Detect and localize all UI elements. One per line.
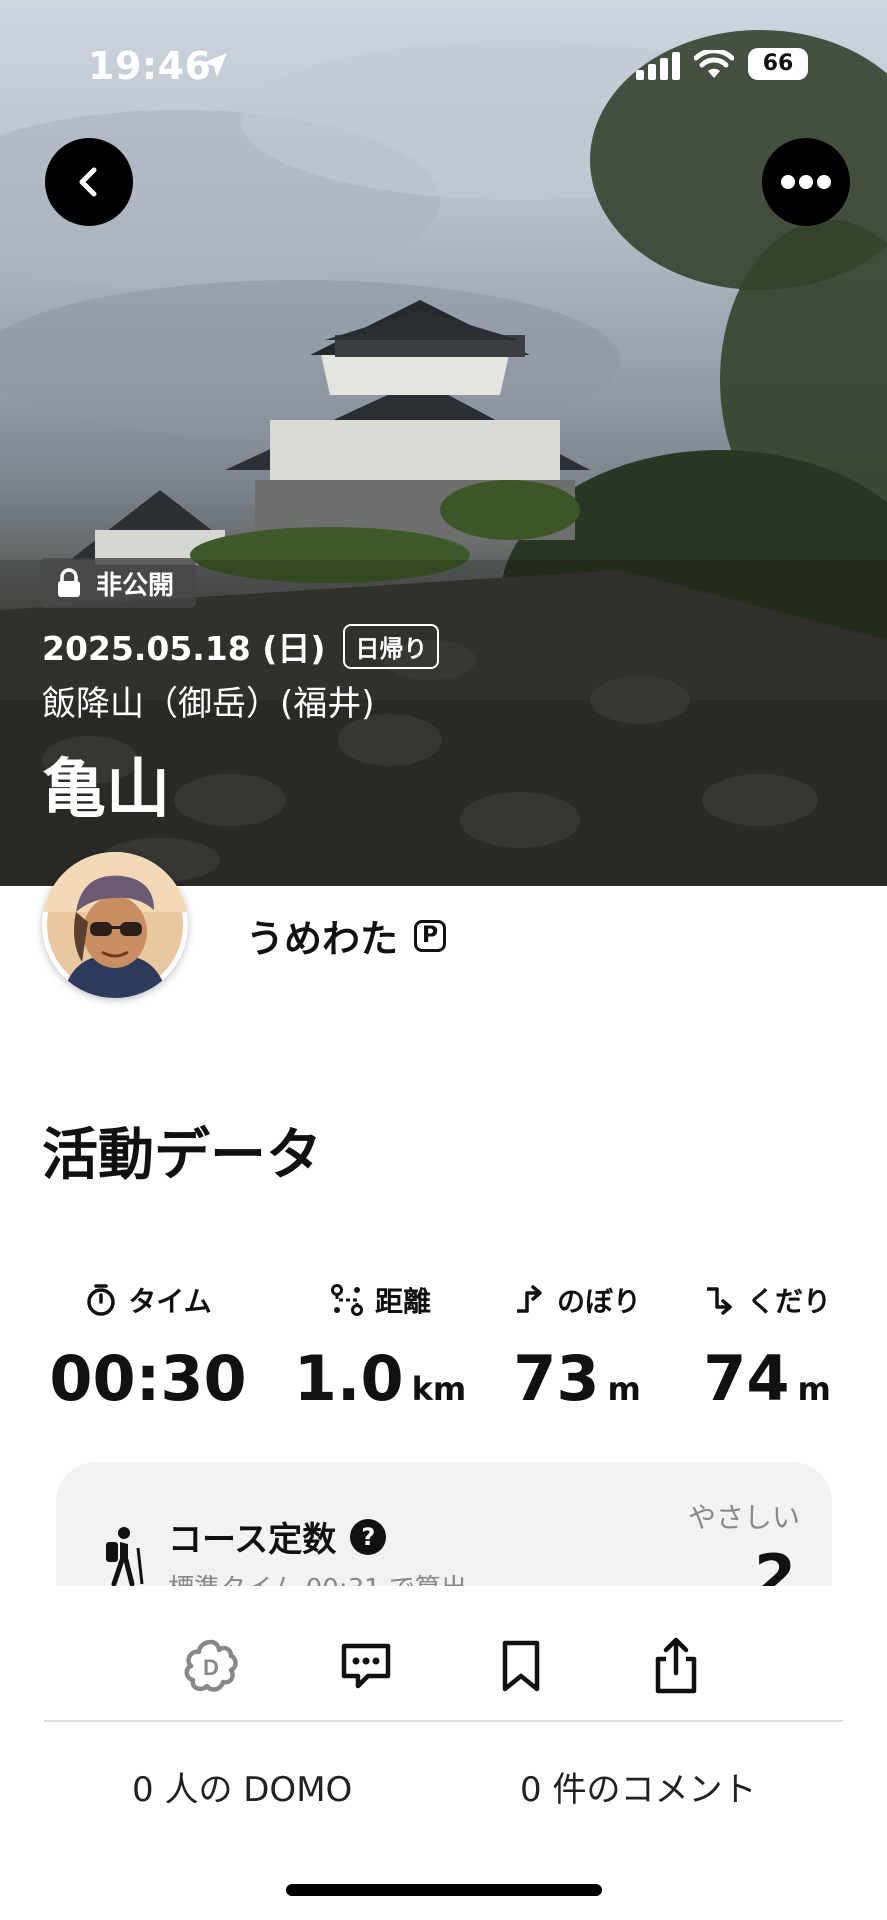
avatar-illustration [42, 852, 188, 998]
location-arrow-icon [203, 53, 227, 77]
stat-label: のぼり [556, 1285, 641, 1318]
date-row: 2025.05.18 (日) 日帰り [42, 622, 440, 670]
stat-distance: 距離 1.0 km [286, 1278, 474, 1415]
battery-indicator: 66 [748, 48, 808, 80]
stat-value: 1.0 [293, 1342, 404, 1415]
status-bar: 19:46 66 [0, 0, 887, 130]
username[interactable]: うめわた [246, 908, 398, 963]
domo-flower-icon: D [184, 1639, 238, 1692]
stopwatch-icon [87, 1284, 116, 1316]
stat-label: 距離 [374, 1285, 431, 1318]
back-button[interactable] [45, 138, 133, 226]
course-title: コース定数 [168, 1520, 337, 1560]
trip-type-badge: 日帰り [343, 623, 440, 669]
stat-time: タイム 00:30 [48, 1278, 248, 1415]
stat-unit: m [797, 1370, 831, 1408]
bottom-action-bar: D 0 人の DOMO 0 件のコメント [0, 1586, 887, 1920]
domo-button[interactable]: D [171, 1626, 251, 1706]
lock-icon [58, 568, 80, 597]
status-time: 19:46 [88, 44, 212, 88]
hiker-icon [106, 1527, 144, 1586]
section-title-activity: 活動データ [42, 1123, 322, 1188]
route-icon [330, 1284, 363, 1316]
avatar[interactable] [42, 852, 188, 998]
hero-photo: 19:46 66 非公開 2025.05.18 (日) 日帰り 飯降山（御岳）(… [0, 0, 887, 886]
privacy-label: 非公開 [96, 570, 175, 601]
privacy-badge: 非公開 [40, 558, 197, 608]
premium-badge: P [414, 919, 447, 952]
stat-value: 73 [513, 1342, 600, 1415]
more-dots-icon [781, 175, 831, 189]
help-icon[interactable]: ? [350, 1518, 387, 1555]
stat-descent: くだり 74 m [678, 1278, 856, 1415]
activity-title: 亀山 [42, 753, 170, 827]
mountain-name[interactable]: 飯降山（御岳）(福井) [42, 676, 375, 725]
share-icon [655, 1637, 697, 1694]
stat-label: くだり [746, 1285, 831, 1318]
comment-button[interactable] [326, 1626, 406, 1706]
domo-count-link[interactable]: 0 人の DOMO [132, 1762, 352, 1811]
descent-icon [706, 1287, 732, 1315]
bookmark-icon [502, 1640, 540, 1692]
stat-ascent: のぼり 73 m [490, 1278, 664, 1415]
more-options-button[interactable] [762, 138, 850, 226]
activity-stats: タイム 00:30 距離 1.0 km のぼり 73 m くだり 74 m [0, 1278, 887, 1438]
comment-bubble-icon [341, 1643, 391, 1689]
course-level: やさしい [687, 1501, 800, 1534]
user-row[interactable]: うめわた P [246, 908, 447, 963]
home-indicator [286, 1884, 602, 1896]
stat-label: タイム [128, 1285, 212, 1318]
stat-value: 00:30 [49, 1342, 247, 1415]
bookmark-button[interactable] [481, 1626, 561, 1706]
activity-date: 2025.05.18 (日) [42, 629, 326, 668]
chevron-left-icon [79, 167, 97, 197]
ascent-icon [516, 1285, 542, 1313]
comment-count-link[interactable]: 0 件のコメント [520, 1762, 756, 1811]
stat-unit: m [607, 1370, 641, 1408]
wifi-icon [694, 50, 734, 78]
divider [44, 1720, 843, 1722]
svg-text:D: D [203, 1655, 219, 1680]
cellular-signal-icon [636, 52, 680, 80]
action-row: D [0, 1626, 887, 1706]
stat-value: 74 [703, 1342, 790, 1415]
share-button[interactable] [636, 1626, 716, 1706]
stat-unit: km [411, 1370, 467, 1408]
